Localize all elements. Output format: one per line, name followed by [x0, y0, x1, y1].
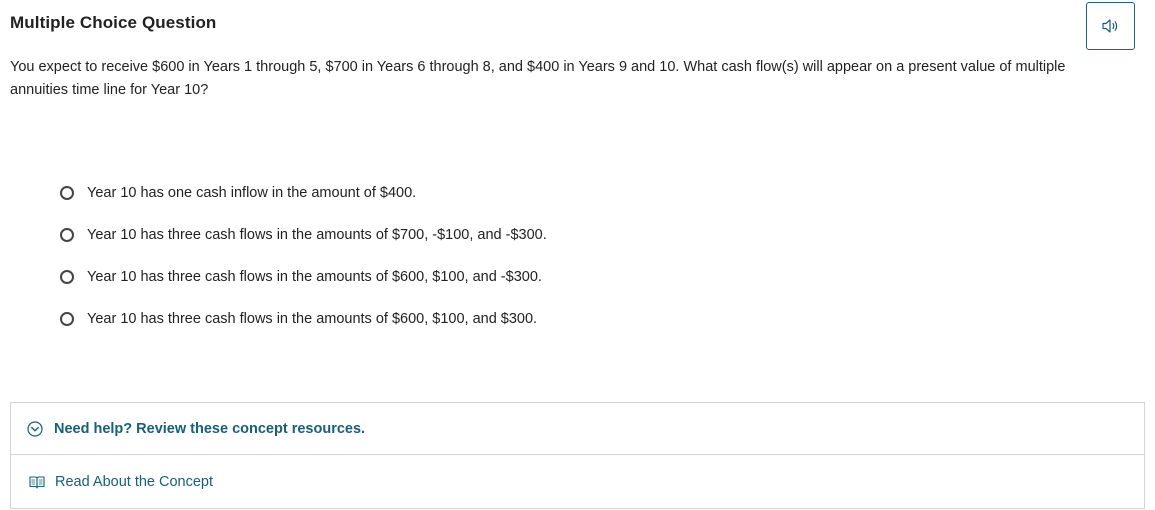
answer-option-3[interactable]: Year 10 has three cash flows in the amou…	[58, 264, 547, 290]
answer-option-label: Year 10 has one cash inflow in the amoun…	[87, 185, 417, 201]
read-aloud-button[interactable]	[1086, 2, 1135, 50]
radio-button[interactable]	[60, 228, 74, 242]
answer-option-4[interactable]: Year 10 has three cash flows in the amou…	[58, 306, 547, 332]
page-title: Multiple Choice Question	[10, 13, 217, 32]
concept-resources-panel: Need help? Review these concept resource…	[10, 402, 1145, 509]
question-text: You expect to receive $600 in Years 1 th…	[10, 59, 1066, 98]
chevron-down-circle-icon	[27, 420, 43, 437]
answer-option-1[interactable]: Year 10 has one cash inflow in the amoun…	[58, 180, 547, 206]
radio-button[interactable]	[60, 186, 74, 200]
answer-option-label: Year 10 has three cash flows in the amou…	[87, 227, 547, 243]
radio-button[interactable]	[60, 312, 74, 326]
concept-resources-toggle[interactable]: Need help? Review these concept resource…	[11, 403, 1144, 455]
answer-option-label: Year 10 has three cash flows in the amou…	[87, 311, 538, 327]
concept-resource-item: Read About the Concept	[11, 455, 1144, 509]
concept-resources-title: Need help? Review these concept resource…	[54, 420, 366, 437]
speaker-icon	[1101, 19, 1117, 33]
read-about-concept-link[interactable]: Read About the Concept	[55, 474, 213, 490]
answer-options: Year 10 has one cash inflow in the amoun…	[58, 180, 547, 348]
book-icon	[29, 476, 45, 489]
answer-option-2[interactable]: Year 10 has three cash flows in the amou…	[58, 222, 547, 248]
radio-button[interactable]	[60, 270, 74, 284]
question-page: Multiple Choice Question You expect to r…	[0, 0, 1155, 510]
answer-option-label: Year 10 has three cash flows in the amou…	[87, 269, 542, 285]
